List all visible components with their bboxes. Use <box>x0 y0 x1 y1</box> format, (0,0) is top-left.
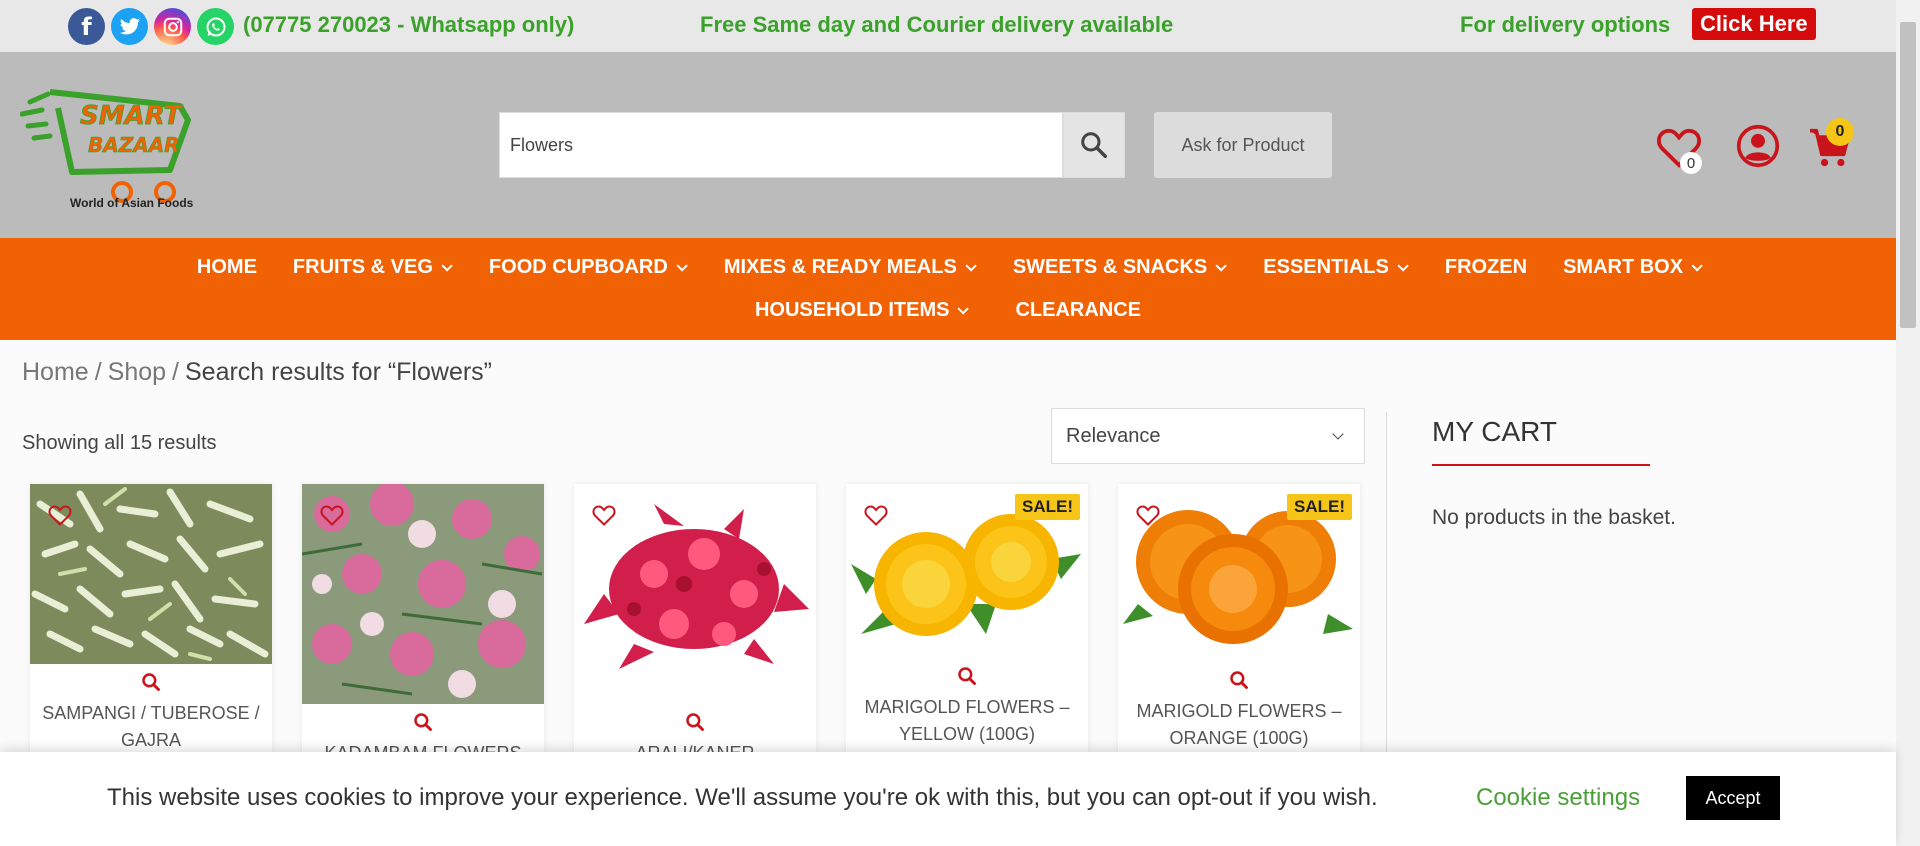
main-navigation: HOME FRUITS & VEG FOOD CUPBOARD MIXES & … <box>0 238 1896 340</box>
social-links: f <box>68 8 234 45</box>
product-card[interactable]: SALE! MARIGOLD FLOWERS – ORANGE (100G) <box>1118 484 1360 784</box>
quick-view-icon[interactable] <box>413 712 433 732</box>
whatsapp-icon[interactable] <box>197 8 234 45</box>
cart-empty-message: No products in the basket. <box>1432 506 1676 529</box>
wishlist-heart-icon[interactable] <box>48 504 72 526</box>
breadcrumb-current: Search results for “Flowers” <box>184 358 493 386</box>
wishlist-count-badge: 0 <box>1680 152 1702 174</box>
phone-number: (07775 270023 - Whatsapp only) <box>243 12 575 37</box>
wishlist-heart-icon[interactable] <box>320 504 344 526</box>
wishlist-heart-icon[interactable] <box>592 504 616 526</box>
quick-view-icon[interactable] <box>957 666 977 686</box>
quick-view-icon[interactable] <box>1229 670 1249 690</box>
nav-item-household-items[interactable]: HOUSEHOLD ITEMS <box>737 299 983 322</box>
breadcrumb-separator: / <box>172 358 179 386</box>
chevron-down-icon <box>1691 259 1703 272</box>
product-title[interactable]: MARIGOLD FLOWERS – YELLOW (100G) <box>856 694 1078 748</box>
nav-item-sweets-snacks[interactable]: SWEETS & SNACKS <box>995 256 1241 279</box>
free-delivery-text: Free Same day and Courier delivery avail… <box>700 12 1174 37</box>
nav-item-food-cupboard[interactable]: FOOD CUPBOARD <box>471 256 702 279</box>
cart-title-underline <box>1432 464 1650 466</box>
search-button[interactable] <box>1063 112 1125 178</box>
chevron-down-icon <box>1332 428 1344 440</box>
breadcrumb-separator: / <box>94 358 102 386</box>
search-icon <box>1081 132 1107 158</box>
cart-widget-title: MY CART <box>1432 416 1557 447</box>
sort-value: Relevance <box>1066 424 1161 447</box>
chevron-down-icon <box>965 259 977 272</box>
sale-badge: SALE! <box>1287 494 1352 520</box>
chevron-down-icon <box>1215 259 1228 272</box>
nav-item-frozen[interactable]: FROZEN <box>1427 256 1545 279</box>
cart-count-badge: 0 <box>1826 118 1854 146</box>
search-box <box>499 112 1063 178</box>
instagram-icon[interactable] <box>154 8 191 45</box>
smart-bazaar-logo[interactable]: SMART BAZAAR <box>20 80 200 210</box>
cookie-message: This website uses cookies to improve you… <box>107 784 1378 811</box>
nav-item-essentials[interactable]: ESSENTIALS <box>1245 256 1423 279</box>
account-icon[interactable] <box>1736 124 1780 168</box>
search-input[interactable] <box>500 113 1062 177</box>
click-here-button[interactable]: Click Here <box>1692 8 1816 40</box>
nav-item-fruits-veg[interactable]: FRUITS & VEG <box>275 256 467 279</box>
sale-badge: SALE! <box>1015 494 1080 520</box>
site-header: SMART BAZAAR World of Asian Foods Ask fo… <box>0 52 1896 238</box>
wishlist-heart-icon[interactable] <box>1136 504 1160 526</box>
nav-item-clearance[interactable]: CLEARANCE <box>997 299 1159 322</box>
breadcrumb-home[interactable]: Home <box>22 358 89 387</box>
cookie-banner: This website uses cookies to improve you… <box>0 752 1896 846</box>
nav-item-mixes-ready-meals[interactable]: MIXES & READY MEALS <box>706 256 991 279</box>
nav-row-1: HOME FRUITS & VEG FOOD CUPBOARD MIXES & … <box>0 256 1896 279</box>
svg-text:BAZAAR: BAZAAR <box>88 133 180 157</box>
result-count: Showing all 15 results <box>22 432 217 454</box>
product-title[interactable]: MARIGOLD FLOWERS – ORANGE (100G) <box>1128 698 1350 752</box>
twitter-icon[interactable] <box>111 8 148 45</box>
chevron-down-icon <box>676 259 688 272</box>
delivery-options-text: For delivery options <box>1460 12 1671 37</box>
product-card[interactable]: KADAMBAM FLOWERS <box>302 484 544 784</box>
nav-row-2: HOUSEHOLD ITEMS CLEARANCE <box>0 299 1896 322</box>
logo-tagline: World of Asian Foods <box>70 196 194 210</box>
chevron-down-icon <box>957 302 970 315</box>
breadcrumb: Home / Shop / Search results for “Flower… <box>22 358 492 387</box>
product-title[interactable]: SAMPANGI / TUBEROSE / GAJRA <box>40 700 262 754</box>
nav-item-smart-box[interactable]: SMART BOX <box>1545 256 1717 279</box>
sidebar-divider <box>1386 412 1387 762</box>
product-card[interactable]: SALE! MARIGOLD FLOWERS – YELLOW (100G) <box>846 484 1088 784</box>
top-bar: f (07775 270023 - Whatsapp only) Free Sa… <box>0 0 1896 52</box>
product-card[interactable]: ARALI/KANER <box>574 484 816 784</box>
quick-view-icon[interactable] <box>141 672 161 692</box>
svg-text:SMART: SMART <box>80 101 184 131</box>
chevron-down-icon <box>441 259 453 272</box>
sort-select[interactable]: Relevance <box>1051 408 1365 464</box>
cookie-accept-button[interactable]: Accept <box>1686 776 1780 820</box>
nav-item-home[interactable]: HOME <box>179 256 275 279</box>
breadcrumb-shop[interactable]: Shop <box>108 358 166 387</box>
product-card[interactable]: SAMPANGI / TUBEROSE / GAJRA <box>30 484 272 784</box>
cookie-settings-link[interactable]: Cookie settings <box>1476 784 1640 812</box>
chevron-down-icon <box>1397 259 1409 272</box>
scrollbar-thumb[interactable] <box>1900 22 1916 328</box>
quick-view-icon[interactable] <box>685 712 705 732</box>
wishlist-heart-icon[interactable] <box>864 504 888 526</box>
facebook-icon[interactable]: f <box>68 8 105 45</box>
ask-for-product-button[interactable]: Ask for Product <box>1154 112 1332 178</box>
